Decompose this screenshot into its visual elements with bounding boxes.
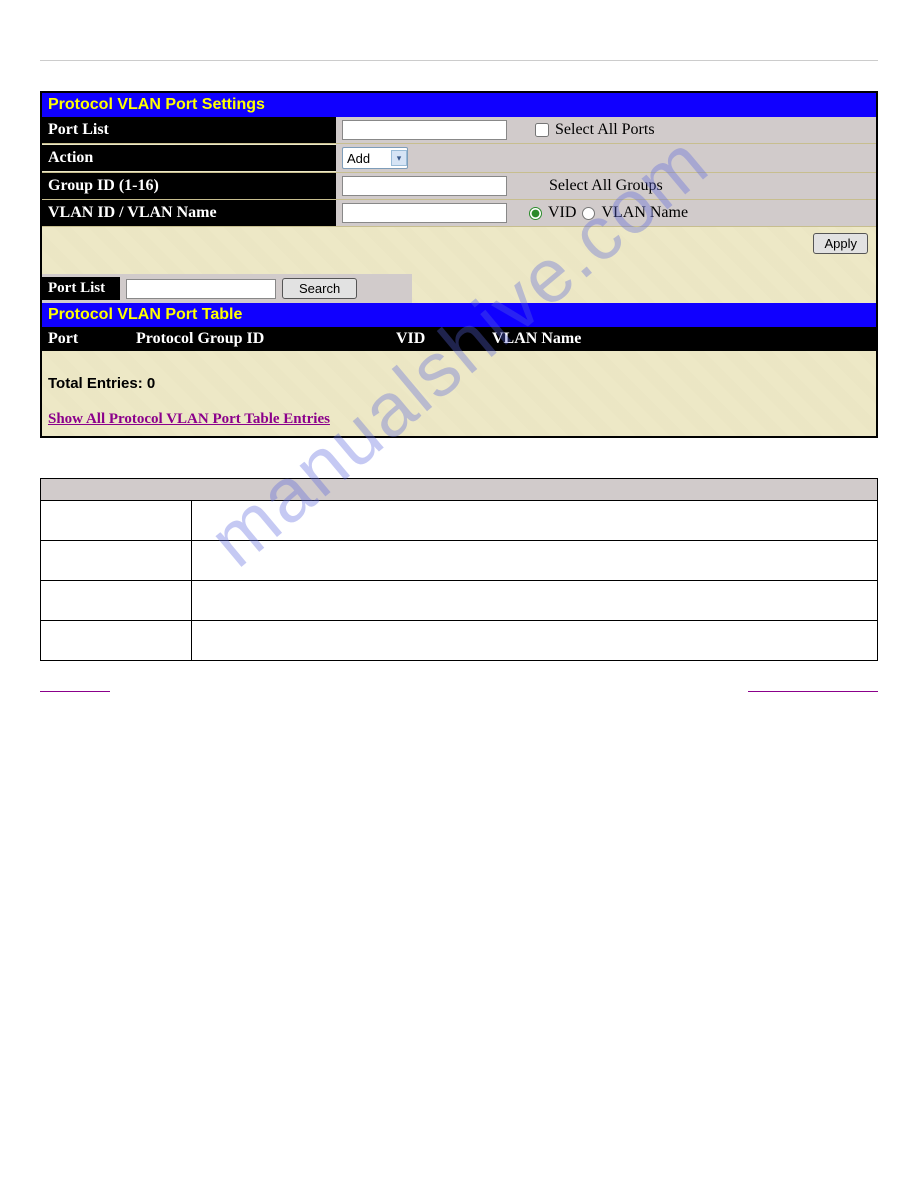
- action-select-value: Add: [347, 151, 370, 166]
- total-entries-value: 0: [147, 375, 155, 392]
- desc-cell-2-1: [41, 541, 192, 581]
- description-table: [40, 478, 878, 661]
- apply-row: Apply: [42, 227, 876, 274]
- cell-group-id: Select All Groups: [336, 173, 876, 199]
- row-action: Action Add ▾: [42, 144, 876, 173]
- label-vlan-id-name: VLAN ID / VLAN Name: [42, 200, 336, 226]
- total-entries: Total Entries: 0: [42, 351, 876, 410]
- search-row: Port List Search: [42, 274, 412, 303]
- bottom-links: [40, 691, 878, 692]
- select-all-ports-checkbox[interactable]: [535, 123, 549, 137]
- col-protocol-group-id: Protocol Group ID: [130, 327, 390, 351]
- cell-vlan-id-name: VID VLAN Name: [336, 200, 876, 226]
- vlan-id-name-input[interactable]: [342, 203, 507, 223]
- desc-cell-4-1: [41, 621, 192, 661]
- col-vid: VID: [390, 327, 486, 351]
- table-columns: Port Protocol Group ID VID VLAN Name: [42, 327, 876, 351]
- desc-row-4: [41, 621, 878, 661]
- vid-radio-label: VID: [548, 204, 576, 222]
- search-button[interactable]: Search: [282, 278, 357, 299]
- chevron-down-icon: ▾: [391, 150, 407, 166]
- desc-cell-3-2: [191, 581, 877, 621]
- port-list-input[interactable]: [342, 120, 507, 140]
- vid-radio[interactable]: [529, 207, 542, 220]
- row-group-id: Group ID (1-16) Select All Groups: [42, 173, 876, 200]
- desc-row-2: [41, 541, 878, 581]
- total-entries-label: Total Entries:: [48, 375, 143, 392]
- label-port-list: Port List: [42, 117, 336, 143]
- select-all-groups-label: Select All Groups: [549, 177, 663, 195]
- label-group-id: Group ID (1-16): [42, 173, 336, 199]
- search-port-list-label: Port List: [42, 277, 120, 300]
- bottom-link-left: [40, 691, 110, 692]
- select-all-ports-label: Select All Ports: [555, 121, 655, 139]
- row-port-list: Port List Select All Ports: [42, 117, 876, 144]
- desc-cell-4-2: [191, 621, 877, 661]
- col-port: Port: [42, 327, 130, 351]
- settings-header: Protocol VLAN Port Settings: [42, 93, 876, 117]
- table-header: Protocol VLAN Port Table: [42, 303, 876, 327]
- bottom-link-right: [748, 691, 878, 692]
- desc-header-row: [41, 479, 878, 501]
- desc-header-cell: [41, 479, 878, 501]
- group-id-input[interactable]: [342, 176, 507, 196]
- desc-cell-1-2: [191, 501, 877, 541]
- desc-row-3: [41, 581, 878, 621]
- cell-port-list: Select All Ports: [336, 117, 876, 143]
- cell-action: Add ▾: [336, 144, 876, 172]
- col-vlan-name: VLAN Name: [486, 327, 876, 351]
- vlan-name-radio-label: VLAN Name: [601, 204, 688, 222]
- action-select[interactable]: Add ▾: [342, 147, 408, 169]
- apply-button[interactable]: Apply: [813, 233, 868, 254]
- vlan-name-radio[interactable]: [582, 207, 595, 220]
- desc-cell-3-1: [41, 581, 192, 621]
- settings-panel: Protocol VLAN Port Settings Port List Se…: [40, 91, 878, 438]
- label-action: Action: [42, 145, 336, 171]
- search-port-list-input[interactable]: [126, 279, 276, 299]
- desc-cell-2-2: [191, 541, 877, 581]
- row-vlan-id-name: VLAN ID / VLAN Name VID VLAN Name: [42, 200, 876, 227]
- top-divider: [40, 60, 878, 61]
- show-all-link[interactable]: Show All Protocol VLAN Port Table Entrie…: [42, 411, 336, 436]
- desc-cell-1-1: [41, 501, 192, 541]
- desc-row-1: [41, 501, 878, 541]
